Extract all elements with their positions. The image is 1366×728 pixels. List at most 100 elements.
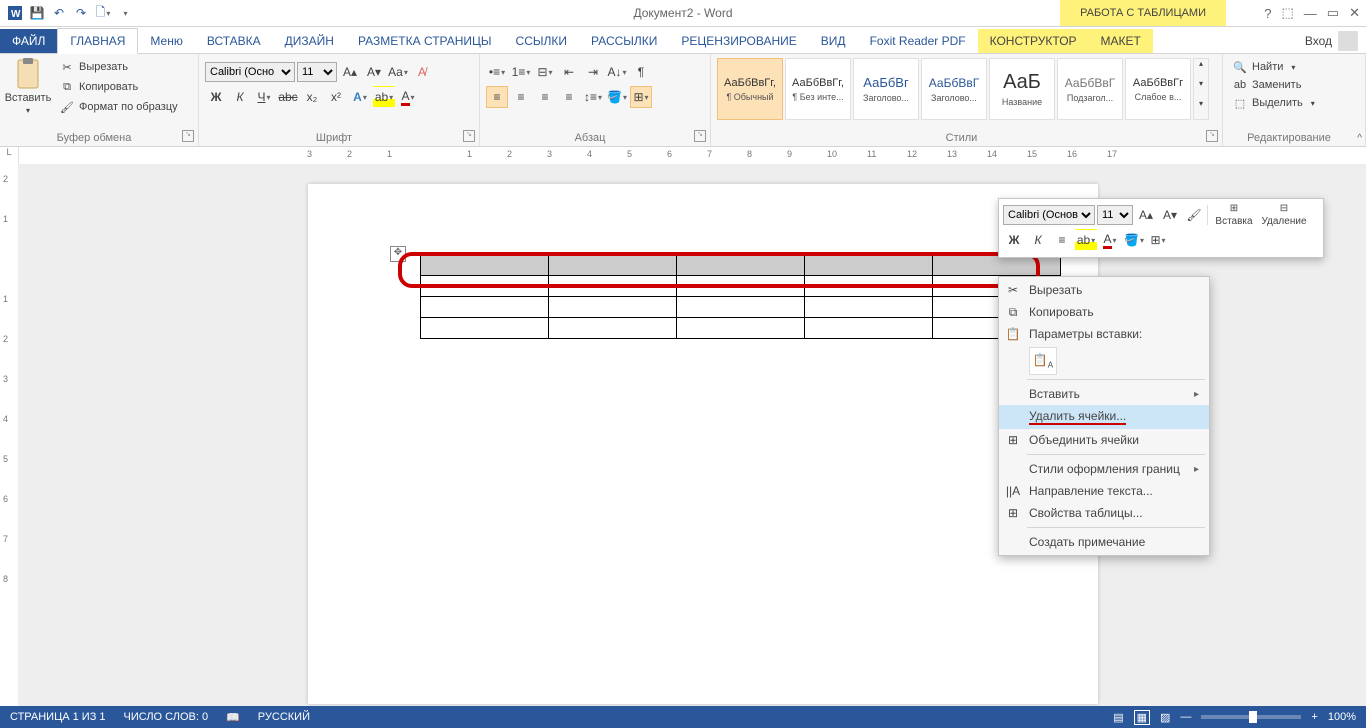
view-web-layout[interactable]: ▨: [1160, 711, 1170, 724]
tab-home[interactable]: ГЛАВНАЯ: [57, 28, 138, 54]
format-painter-button[interactable]: 🖌Формат по образцу: [56, 98, 181, 116]
tab-review[interactable]: РЕЦЕНЗИРОВАНИЕ: [669, 29, 808, 53]
table-row[interactable]: [421, 255, 1061, 276]
font-dialog-launcher[interactable]: ↘: [463, 130, 475, 142]
table-move-handle[interactable]: ✥: [390, 246, 406, 262]
mini-borders[interactable]: ⊞: [1147, 229, 1169, 251]
font-size-combo[interactable]: 11: [297, 62, 337, 82]
tab-design[interactable]: ДИЗАЙН: [273, 29, 346, 53]
vertical-ruler[interactable]: 2112345678: [0, 164, 19, 706]
ctx-merge-cells[interactable]: ⊞Объединить ячейки: [999, 429, 1209, 451]
zoom-level[interactable]: 100%: [1328, 711, 1356, 723]
justify-button[interactable]: ≡: [558, 86, 580, 108]
style-item[interactable]: АаБбВвГЗаголово...: [921, 58, 987, 120]
mini-highlight[interactable]: ab: [1075, 229, 1097, 251]
strikethrough-button[interactable]: abc: [277, 86, 299, 108]
paragraph-dialog-launcher[interactable]: ↘: [694, 130, 706, 142]
tab-page-layout[interactable]: РАЗМЕТКА СТРАНИЦЫ: [346, 29, 504, 53]
status-page[interactable]: СТРАНИЦА 1 ИЗ 1: [10, 711, 106, 723]
ctx-table-properties[interactable]: ⊞Свойства таблицы...: [999, 502, 1209, 524]
borders-button[interactable]: ⊞: [630, 86, 652, 108]
find-button[interactable]: 🔍Найти▾: [1229, 58, 1359, 76]
mini-font-color[interactable]: A: [1099, 229, 1121, 251]
align-center-button[interactable]: ≡: [510, 86, 532, 108]
restore-icon[interactable]: ▭: [1327, 5, 1339, 21]
ctx-text-direction[interactable]: ||AНаправление текста...: [999, 480, 1209, 502]
bold-button[interactable]: Ж: [205, 86, 227, 108]
sort-button[interactable]: A↓: [606, 61, 628, 83]
style-item[interactable]: АаБбВвГПодзагол...: [1057, 58, 1123, 120]
status-spellcheck-icon[interactable]: 📖: [226, 711, 240, 724]
mini-format-painter[interactable]: 🖌: [1183, 204, 1205, 226]
mini-font-combo[interactable]: Calibri (Основн: [1003, 205, 1095, 225]
style-item[interactable]: АаБбВвГг,¶ Обычный: [717, 58, 783, 120]
collapse-ribbon-button[interactable]: ^: [1357, 133, 1362, 144]
select-button[interactable]: ⬚Выделить▾: [1229, 94, 1359, 112]
zoom-out-button[interactable]: —: [1180, 711, 1191, 723]
line-spacing-button[interactable]: ↕≡: [582, 86, 604, 108]
login-area[interactable]: Вход: [1305, 31, 1358, 51]
status-word-count[interactable]: ЧИСЛО СЛОВ: 0: [124, 711, 209, 723]
underline-button[interactable]: Ч: [253, 86, 275, 108]
copy-button[interactable]: ⧉Копировать: [56, 78, 181, 96]
mini-insert-button[interactable]: ⊞Вставка: [1210, 203, 1258, 227]
italic-button[interactable]: К: [229, 86, 251, 108]
ctx-insert[interactable]: Вставить▸: [999, 383, 1209, 405]
style-item[interactable]: АаБбВвГг,¶ Без инте...: [785, 58, 851, 120]
ctx-border-styles[interactable]: Стили оформления границ▸: [999, 458, 1209, 480]
text-effects-button[interactable]: A: [349, 86, 371, 108]
status-language[interactable]: РУССКИЙ: [258, 711, 310, 723]
mini-shading[interactable]: 🪣: [1123, 229, 1145, 251]
styles-more-button[interactable]: ▴▾▾: [1193, 58, 1209, 120]
numbering-button[interactable]: 1≡: [510, 61, 532, 83]
ctx-cut[interactable]: ✂Вырезать: [999, 279, 1209, 301]
mini-grow-font[interactable]: A▴: [1135, 204, 1157, 226]
style-item[interactable]: АаБбВгЗаголово...: [853, 58, 919, 120]
ctx-new-comment[interactable]: Создать примечание: [999, 531, 1209, 553]
tab-references[interactable]: ССЫЛКИ: [504, 29, 579, 53]
superscript-button[interactable]: x²: [325, 86, 347, 108]
increase-indent-button[interactable]: ⇥: [582, 61, 604, 83]
font-color-button[interactable]: A: [397, 86, 419, 108]
mini-italic[interactable]: К: [1027, 229, 1049, 251]
tab-mailings[interactable]: РАССЫЛКИ: [579, 29, 669, 53]
view-read-mode[interactable]: ▤: [1113, 711, 1123, 724]
document-table[interactable]: [420, 254, 1061, 339]
highlight-button[interactable]: ab: [373, 86, 395, 108]
tab-table-design[interactable]: КОНСТРУКТОР: [978, 29, 1089, 53]
qat-customize-icon[interactable]: [114, 2, 136, 24]
align-left-button[interactable]: ≡: [486, 86, 508, 108]
style-item[interactable]: АаБбВвГгСлабое в...: [1125, 58, 1191, 120]
close-icon[interactable]: ✕: [1349, 5, 1360, 21]
zoom-slider[interactable]: [1201, 715, 1301, 719]
ribbon-display-icon[interactable]: ⬚: [1282, 5, 1294, 21]
tab-table-layout[interactable]: МАКЕТ: [1089, 29, 1153, 53]
mini-delete-button[interactable]: ⊟Удаление: [1260, 203, 1308, 227]
tab-view[interactable]: ВИД: [809, 29, 858, 53]
save-icon[interactable]: 💾: [26, 2, 48, 24]
tab-insert[interactable]: ВСТАВКА: [195, 29, 273, 53]
ctx-copy[interactable]: ⧉Копировать: [999, 301, 1209, 323]
help-icon[interactable]: ?: [1264, 6, 1271, 21]
undo-icon[interactable]: ↶: [48, 2, 70, 24]
mini-align-center[interactable]: ≡: [1051, 229, 1073, 251]
decrease-indent-button[interactable]: ⇤: [558, 61, 580, 83]
paste-button[interactable]: Вставить ▾: [6, 58, 50, 116]
shrink-font-button[interactable]: A▾: [363, 61, 385, 83]
style-item[interactable]: АаБНазвание: [989, 58, 1055, 120]
mini-bold[interactable]: Ж: [1003, 229, 1025, 251]
replace-button[interactable]: abЗаменить: [1229, 76, 1359, 94]
mini-size-combo[interactable]: 11: [1097, 205, 1133, 225]
word-icon[interactable]: W: [4, 2, 26, 24]
new-doc-icon[interactable]: 🗋: [92, 2, 114, 24]
multilevel-list-button[interactable]: ⊟: [534, 61, 556, 83]
clear-formatting-button[interactable]: A̸: [411, 61, 433, 83]
zoom-in-button[interactable]: +: [1311, 711, 1317, 723]
redo-icon[interactable]: ↷: [70, 2, 92, 24]
table-row[interactable]: [421, 297, 1061, 318]
tab-menu[interactable]: Меню: [138, 29, 194, 53]
clipboard-dialog-launcher[interactable]: ↘: [182, 130, 194, 142]
styles-dialog-launcher[interactable]: ↘: [1206, 130, 1218, 142]
tab-file[interactable]: ФАЙЛ: [0, 29, 57, 53]
mini-shrink-font[interactable]: A▾: [1159, 204, 1181, 226]
